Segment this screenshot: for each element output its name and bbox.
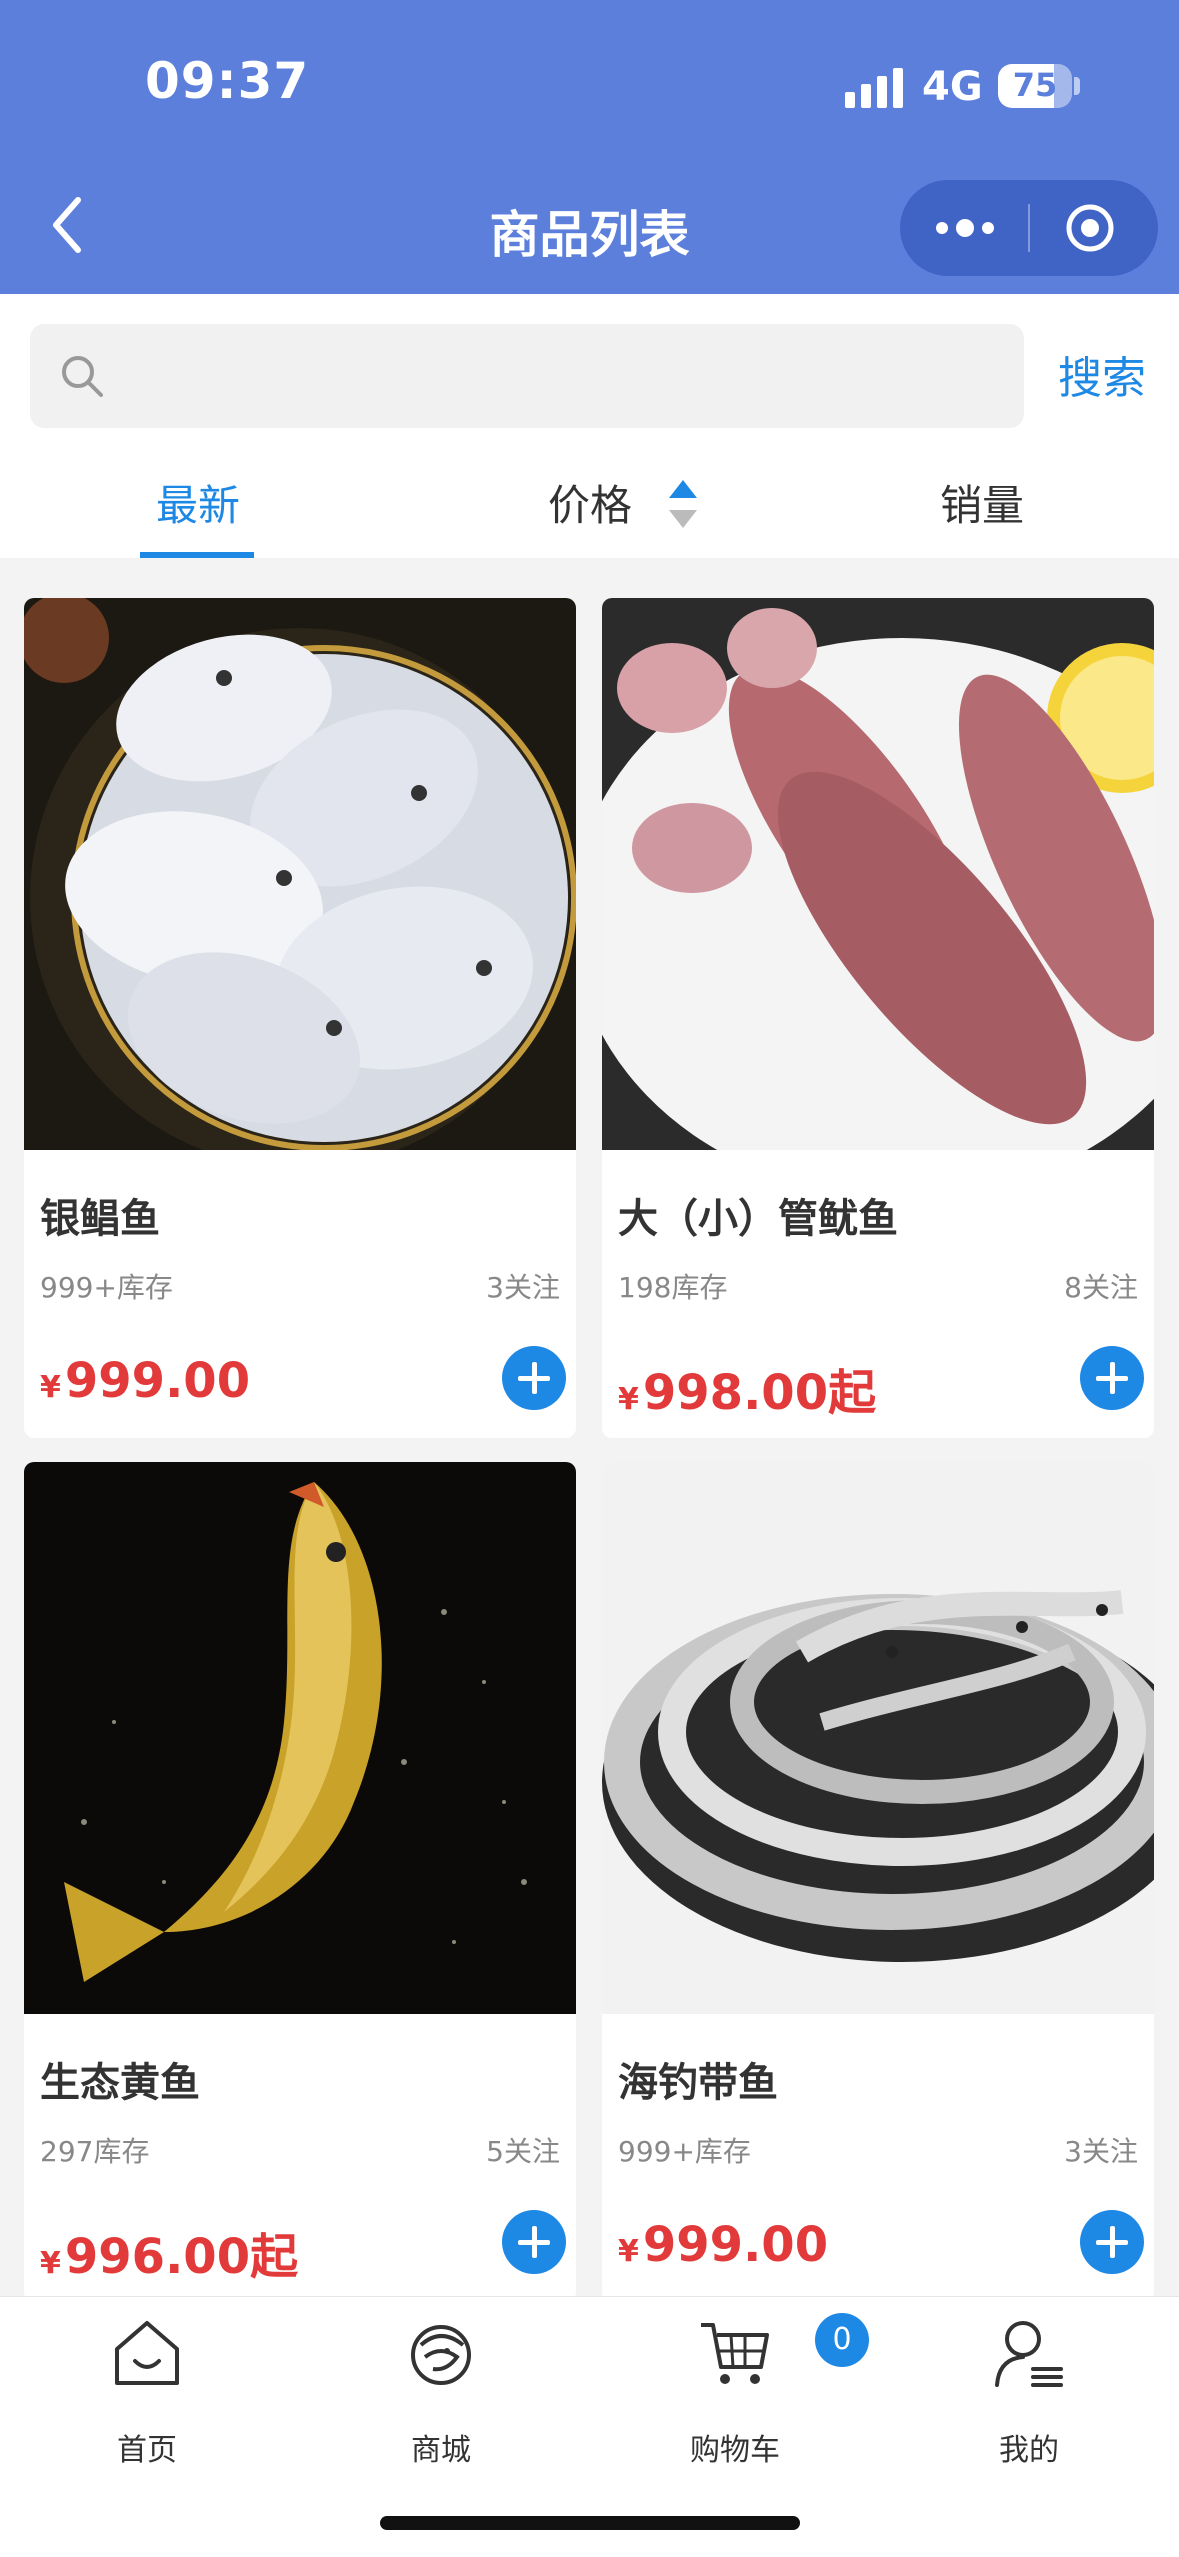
capsule-divider xyxy=(1028,204,1030,252)
tabbar-label: 我的 xyxy=(999,2433,1059,2468)
cart-count-badge: 0 xyxy=(815,2313,869,2367)
sort-tabs: 最新 价格 销量 xyxy=(0,472,1179,552)
tab-price[interactable]: 价格 xyxy=(548,472,632,533)
product-stock: 999+库存 xyxy=(40,1271,173,1304)
currency-symbol: ¥ xyxy=(40,2246,61,2281)
product-card[interactable]: 银鲳鱼 999+库存 3关注 ¥999.00 xyxy=(24,598,576,1438)
add-to-cart-button[interactable] xyxy=(1080,2210,1144,2274)
product-card[interactable]: 海钓带鱼 999+库存 3关注 ¥999.00 xyxy=(602,1462,1154,2302)
product-image-hairtail[interactable] xyxy=(602,1462,1154,2014)
status-time: 09:37 xyxy=(145,52,310,110)
tabbar-label: 商城 xyxy=(411,2433,471,2468)
search-box[interactable] xyxy=(30,324,1024,428)
currency-symbol: ¥ xyxy=(618,1382,639,1417)
tabbar-item-home[interactable]: 首页 xyxy=(47,2307,247,2487)
product-price: ¥996.00起 xyxy=(40,2217,298,2287)
cart-icon xyxy=(701,2323,769,2384)
product-name[interactable]: 海钓带鱼 xyxy=(618,2050,778,2108)
more-icon[interactable] xyxy=(930,210,1000,246)
search-input[interactable] xyxy=(126,342,990,412)
shrimp-icon xyxy=(411,2325,471,2385)
search-section: 搜索 最新 价格 销量 xyxy=(0,294,1179,558)
product-followers: 3关注 xyxy=(486,1271,560,1304)
home-indicator xyxy=(380,2516,800,2530)
tabbar-item-cart[interactable]: 购物车 xyxy=(635,2307,835,2487)
product-image-yellow-croaker[interactable] xyxy=(24,1462,576,2014)
add-to-cart-button[interactable] xyxy=(502,2210,566,2274)
home-icon xyxy=(115,2321,179,2385)
top-bar: 09:37 4G 75 商品列表 xyxy=(0,0,1179,294)
currency-symbol: ¥ xyxy=(40,1370,61,1405)
price-value: 999.00 xyxy=(642,2217,829,2273)
bottom-tab-bar: 首页 商城 购物车 0 我的 xyxy=(0,2296,1179,2557)
product-stock: 297库存 xyxy=(40,2135,150,2168)
battery-level: 75 xyxy=(1012,66,1058,104)
product-followers: 5关注 xyxy=(486,2135,560,2168)
product-card[interactable]: 大（小）管鱿鱼 198库存 8关注 ¥998.00起 xyxy=(602,598,1154,1438)
search-icon xyxy=(62,356,103,397)
tab-newest[interactable]: 最新 xyxy=(156,472,240,533)
currency-symbol: ¥ xyxy=(618,2234,639,2269)
mini-program-capsule xyxy=(900,180,1158,276)
product-price: ¥999.00 xyxy=(618,2217,828,2273)
user-icon xyxy=(995,2321,1063,2387)
product-name[interactable]: 银鲳鱼 xyxy=(40,1186,160,1244)
search-button[interactable]: 搜索 xyxy=(1058,342,1146,406)
tabbar-label: 首页 xyxy=(117,2433,177,2468)
product-image-silver-pomfret[interactable] xyxy=(24,598,576,1150)
product-price: ¥998.00起 xyxy=(618,1353,876,1423)
tab-sales[interactable]: 销量 xyxy=(940,472,1024,533)
add-to-cart-button[interactable] xyxy=(1080,1346,1144,1410)
add-to-cart-button[interactable] xyxy=(502,1346,566,1410)
network-label: 4G xyxy=(922,64,983,110)
battery-icon: 75 xyxy=(998,64,1072,108)
tabbar-item-mall[interactable]: 商城 xyxy=(341,2307,541,2487)
battery-tip xyxy=(1074,77,1080,95)
tabbar-item-mine[interactable]: 我的 xyxy=(929,2307,1129,2487)
active-tab-indicator xyxy=(140,552,254,558)
product-stock: 999+库存 xyxy=(618,2135,751,2168)
product-price: ¥999.00 xyxy=(40,1353,250,1409)
product-followers: 8关注 xyxy=(1064,1271,1138,1304)
product-image-squid[interactable] xyxy=(602,598,1154,1150)
close-target-icon[interactable] xyxy=(1065,203,1115,253)
price-value: 996.00起 xyxy=(64,2229,299,2285)
tabbar-label: 购物车 xyxy=(690,2433,780,2468)
price-value: 998.00起 xyxy=(642,1365,877,1421)
product-name[interactable]: 大（小）管鱿鱼 xyxy=(618,1186,898,1244)
product-name[interactable]: 生态黄鱼 xyxy=(40,2050,200,2108)
price-value: 999.00 xyxy=(64,1353,251,1409)
product-followers: 3关注 xyxy=(1064,2135,1138,2168)
signal-icon xyxy=(845,68,903,108)
product-stock: 198库存 xyxy=(618,1271,728,1304)
sort-arrows-icon[interactable] xyxy=(666,476,700,532)
product-card[interactable]: 生态黄鱼 297库存 5关注 ¥996.00起 xyxy=(24,1462,576,2302)
